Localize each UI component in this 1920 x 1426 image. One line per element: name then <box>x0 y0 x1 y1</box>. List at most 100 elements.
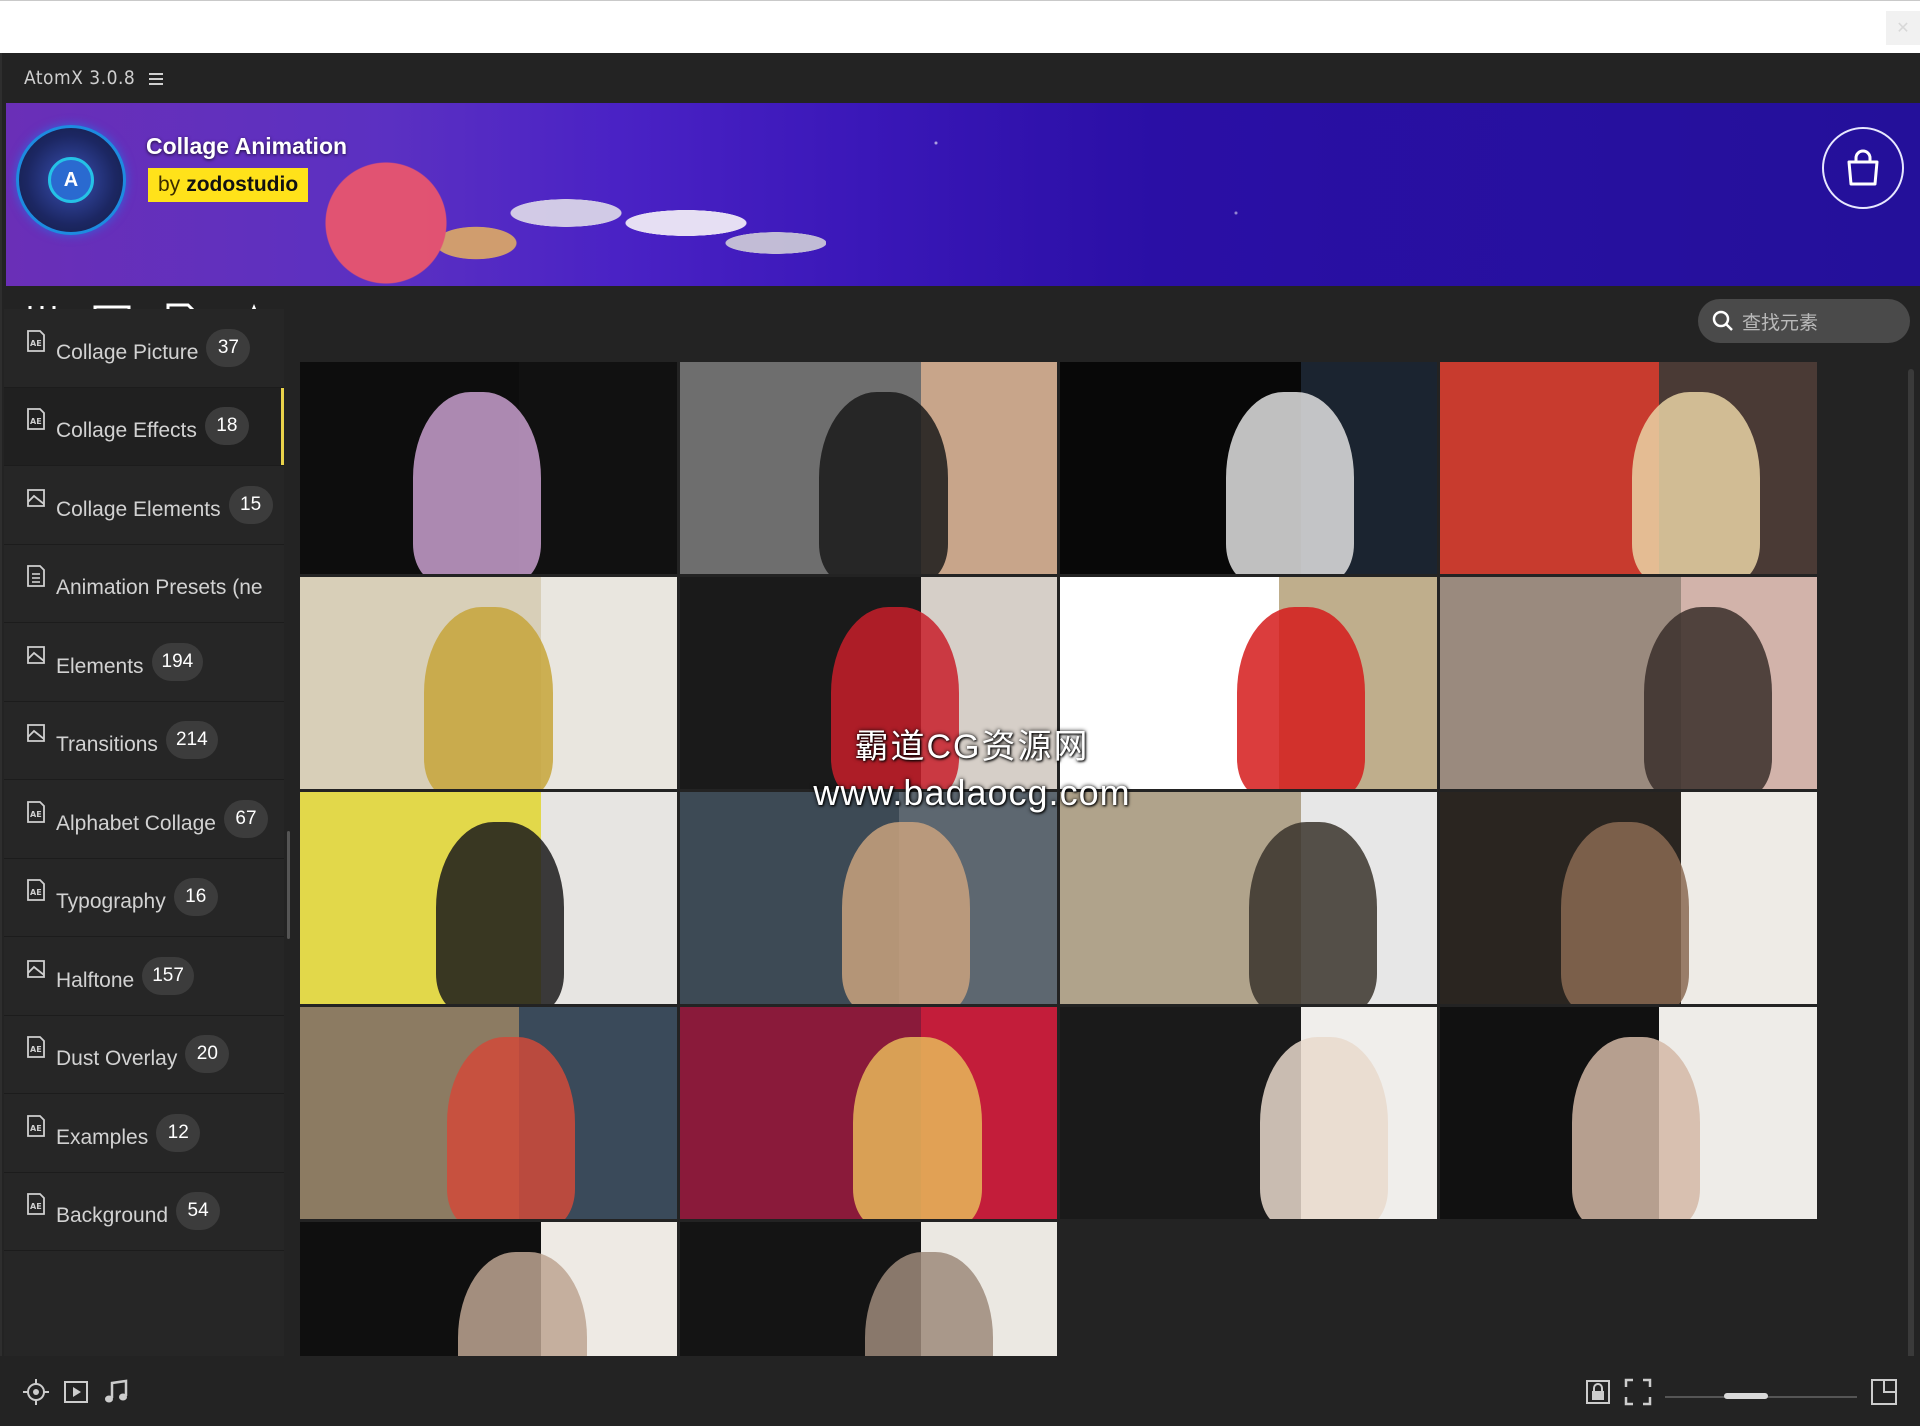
author-name: zodostudio <box>186 173 299 196</box>
atomx-panel: AtomX 3.0.8 A Collage Animation by zodost… <box>0 53 1920 1426</box>
target-settings-icon[interactable] <box>22 1378 50 1406</box>
sidebar-item-label: Dust Overlay <box>56 1047 178 1071</box>
svg-text:AE: AE <box>30 1045 42 1054</box>
sidebar-item-alphabet-collage[interactable]: AE Alphabet Collage 67 <box>4 780 284 859</box>
ae-file-icon: AE <box>24 878 48 902</box>
count-badge: 37 <box>206 328 251 367</box>
preset-doc-icon <box>24 564 48 588</box>
sidebar-item-typography[interactable]: AE Typography 16 <box>4 859 284 937</box>
svg-text:AE: AE <box>30 417 42 426</box>
bottom-bar <box>0 1356 1920 1426</box>
video-preview-icon[interactable] <box>62 1378 90 1406</box>
hamburger-menu-icon[interactable] <box>149 72 164 85</box>
thumb-3[interactable] <box>1060 362 1437 574</box>
pack-banner[interactable]: A Collage Animation by zodostudio <box>6 103 1920 286</box>
title-bar: AtomX 3.0.8 <box>2 53 1920 102</box>
atomx-logo: A <box>16 125 126 235</box>
sidebar-item-collage-elements[interactable]: Collage Elements 15 <box>4 466 284 545</box>
count-badge: 67 <box>223 799 268 838</box>
preview-figure <box>1259 1036 1388 1219</box>
sidebar-item-label: Transitions <box>56 733 158 757</box>
thumb-8[interactable] <box>1440 577 1817 789</box>
grid-scrollbar[interactable] <box>1908 369 1914 1369</box>
svg-text:AE: AE <box>30 1124 42 1133</box>
thumb-10[interactable] <box>680 792 1057 1004</box>
sidebar-item-label: Collage Picture <box>56 340 199 364</box>
count-badge: 18 <box>204 407 249 446</box>
preview-figure <box>1225 391 1355 574</box>
sidebar-scrollbar[interactable] <box>287 831 290 939</box>
preview-figure <box>1643 606 1772 789</box>
lock-icon[interactable] <box>1584 1378 1612 1406</box>
close-icon[interactable]: ✕ <box>1886 11 1920 45</box>
music-note-icon[interactable] <box>102 1378 130 1406</box>
sidebar-item-halftone[interactable]: Halftone 157 <box>4 937 284 1016</box>
preview-figure <box>853 1036 982 1219</box>
media-icon <box>24 957 48 981</box>
thumbnail-grid <box>300 362 1820 1426</box>
author-badge[interactable]: by zodostudio <box>148 168 309 202</box>
zoom-slider-thumb[interactable] <box>1724 1393 1768 1399</box>
sidebar-item-label: Halftone <box>56 968 135 992</box>
media-icon <box>24 721 48 745</box>
thumb-11[interactable] <box>1060 792 1437 1004</box>
preview-figure <box>435 821 564 1004</box>
shop-bag-button[interactable] <box>1822 127 1904 209</box>
thumb-13[interactable] <box>300 1007 677 1219</box>
thumb-14[interactable] <box>680 1007 1057 1219</box>
count-badge: 194 <box>151 642 204 681</box>
expand-icon[interactable] <box>1870 1378 1898 1406</box>
search-input[interactable]: 查找元素 <box>1698 299 1910 343</box>
sidebar-item-label: Alphabet Collage <box>56 811 216 835</box>
preview-figure <box>1632 391 1761 574</box>
category-sidebar: AE Collage Picture 37 AE Collage Effects 18 Co… <box>4 309 284 1356</box>
media-icon <box>24 486 48 510</box>
thumb-1[interactable] <box>300 362 677 574</box>
ae-file-icon: AE <box>24 1192 48 1216</box>
preview-figure <box>413 391 542 574</box>
sidebar-item-label: Background <box>56 1204 169 1228</box>
sidebar-item-examples[interactable]: AE Examples 12 <box>4 1094 284 1173</box>
count-badge: 214 <box>165 721 218 760</box>
thumb-4[interactable] <box>1440 362 1817 574</box>
sidebar-item-label: Examples <box>56 1125 149 1149</box>
preview-figure <box>842 821 971 1004</box>
sidebar-item-animation-presets-ne[interactable]: Animation Presets (ne <box>4 545 284 623</box>
count-badge: 54 <box>176 1192 221 1231</box>
thumb-12[interactable] <box>1440 792 1817 1004</box>
sidebar-item-dust-overlay[interactable]: AE Dust Overlay 20 <box>4 1016 284 1094</box>
sidebar-item-elements[interactable]: Elements 194 <box>4 623 284 702</box>
media-icon <box>24 643 48 667</box>
preview-figure <box>1248 821 1377 1004</box>
ae-file-icon: AE <box>24 407 48 431</box>
ae-file-icon: AE <box>24 1114 48 1138</box>
fit-screen-icon[interactable] <box>1624 1378 1652 1406</box>
preview-figure <box>819 391 948 574</box>
ae-file-icon: AE <box>24 800 48 824</box>
thumb-15[interactable] <box>1060 1007 1437 1219</box>
preview-figure <box>1560 821 1689 1004</box>
count-badge: 157 <box>142 956 194 995</box>
sidebar-item-label: Elements <box>56 654 144 678</box>
thumb-16[interactable] <box>1440 1007 1817 1219</box>
window-top-strip: ✕ <box>0 0 1920 53</box>
preview-figure <box>424 606 553 789</box>
count-badge: 16 <box>173 878 218 917</box>
toolbar: 查找元素 <box>2 286 1920 356</box>
preview-figure <box>1571 1036 1701 1219</box>
svg-text:AE: AE <box>30 888 42 897</box>
sidebar-item-label: Animation Presets (ne <box>56 576 263 600</box>
thumb-5[interactable] <box>300 577 677 789</box>
search-placeholder: 查找元素 <box>1742 312 1819 334</box>
sidebar-item-label: Collage Elements <box>56 497 221 521</box>
count-badge: 12 <box>156 1113 201 1152</box>
preview-figure <box>1237 606 1366 789</box>
ae-file-icon: AE <box>24 1035 48 1059</box>
thumb-9[interactable] <box>300 792 677 1004</box>
sidebar-item-background[interactable]: AE Background 54 <box>4 1173 284 1251</box>
thumb-2[interactable] <box>680 362 1057 574</box>
sidebar-item-transitions[interactable]: Transitions 214 <box>4 702 284 780</box>
sidebar-item-collage-effects[interactable]: AE Collage Effects 18 <box>4 387 284 466</box>
banner-title: Collage Animation <box>146 133 348 159</box>
sidebar-item-collage-picture[interactable]: AE Collage Picture 37 <box>4 309 284 388</box>
